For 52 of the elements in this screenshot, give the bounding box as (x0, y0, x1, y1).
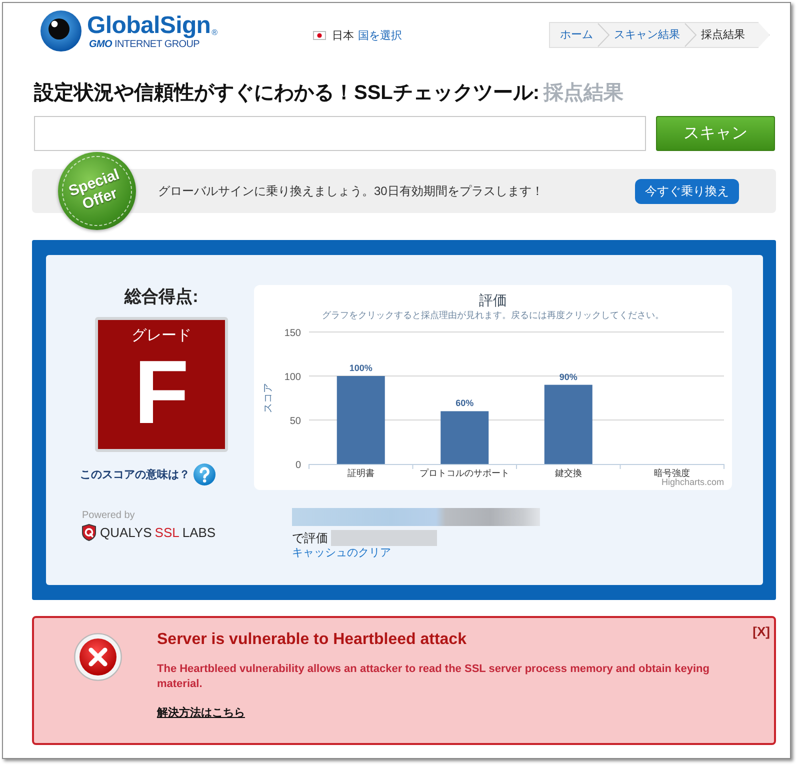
chart-bar[interactable] (440, 411, 489, 464)
category-label: 鍵交換 (554, 468, 582, 478)
breadcrumb-item[interactable]: スキャン結果 (614, 23, 680, 47)
chevron-separator-icon (684, 23, 697, 47)
category-label: 暗号強度 (654, 468, 690, 478)
chart-title: 評価 (479, 292, 507, 308)
chart-bar[interactable] (544, 384, 592, 464)
chart-bar[interactable] (336, 376, 385, 464)
chevron-separator-icon (597, 23, 610, 47)
breadcrumb-item[interactable]: 採点結果 (701, 23, 745, 47)
alert-message: The Heartbleed vulnerability allows an attacker to read the SSL server process memory and obtain keying material. (157, 662, 710, 692)
clear-cache-link[interactable]: キャッシュのクリア (292, 546, 391, 560)
offer-text: グローバルサインに乗り換えましょう。30日有効期間をプラスします！ (158, 182, 544, 200)
logo-wordmark: GlobalSign (87, 12, 211, 38)
chart-credit-link[interactable]: Highcharts.com (661, 477, 724, 487)
chart-subtitle: グラフをクリックすると採点理由が見れます。戻るには再度クリックしてください。 (322, 310, 664, 320)
grade-tile: グレード F (95, 317, 228, 452)
powered-by-label: Powered by (82, 510, 135, 522)
eye-logo-icon (40, 10, 82, 52)
provider-logo-word: LABS (182, 525, 216, 540)
alert-title: Server is vulnerable to Heartbleed attack (157, 630, 468, 650)
page-title: 設定状況や信頼性がすぐにわかる！SSLチェックツール: (34, 82, 540, 104)
bar-value-label: 90% (559, 372, 578, 382)
axis-tick-label: 50 (290, 416, 301, 427)
breadcrumb-item[interactable]: ホーム (560, 23, 593, 47)
error-icon (74, 633, 122, 681)
scan-button[interactable]: スキャン (656, 116, 775, 151)
page-subtitle: 採点結果 (544, 82, 624, 104)
flag-icon (313, 30, 326, 40)
url-input-field[interactable] (34, 116, 646, 151)
provider-logo-word: SSL (154, 525, 180, 540)
solution-link[interactable]: 解決方法はこちら (157, 706, 245, 720)
score-meaning-link[interactable]: このスコアの意味は？ (80, 467, 190, 482)
axis-tick-label: 0 (295, 460, 301, 471)
logo-group-name: GMO INTERNET GROUP (89, 38, 201, 50)
axis-tick-label: 150 (284, 328, 301, 339)
close-button[interactable]: [X] (752, 624, 770, 639)
country-name: 日本 (332, 28, 354, 42)
switch-now-button[interactable]: 今すぐ乗り換え (635, 178, 739, 204)
registered-mark: ® (212, 26, 218, 38)
axis-tick-label: 100 (284, 372, 301, 383)
axis-title: スコア (263, 383, 274, 413)
rated-by-label: で評価 (292, 530, 328, 546)
bar-value-label: 60% (456, 398, 474, 408)
shield-q-icon (82, 524, 96, 541)
category-label: 証明書 (347, 468, 374, 478)
score-heading: 総合得点: (123, 286, 200, 308)
provider-logo-word: QUALYS (100, 525, 152, 540)
help-icon[interactable] (193, 463, 216, 486)
category-label: プロトコルのサポート (420, 468, 510, 478)
bar-value-label: 100% (349, 363, 372, 373)
select-country-link[interactable]: 国を選択 (358, 28, 402, 42)
